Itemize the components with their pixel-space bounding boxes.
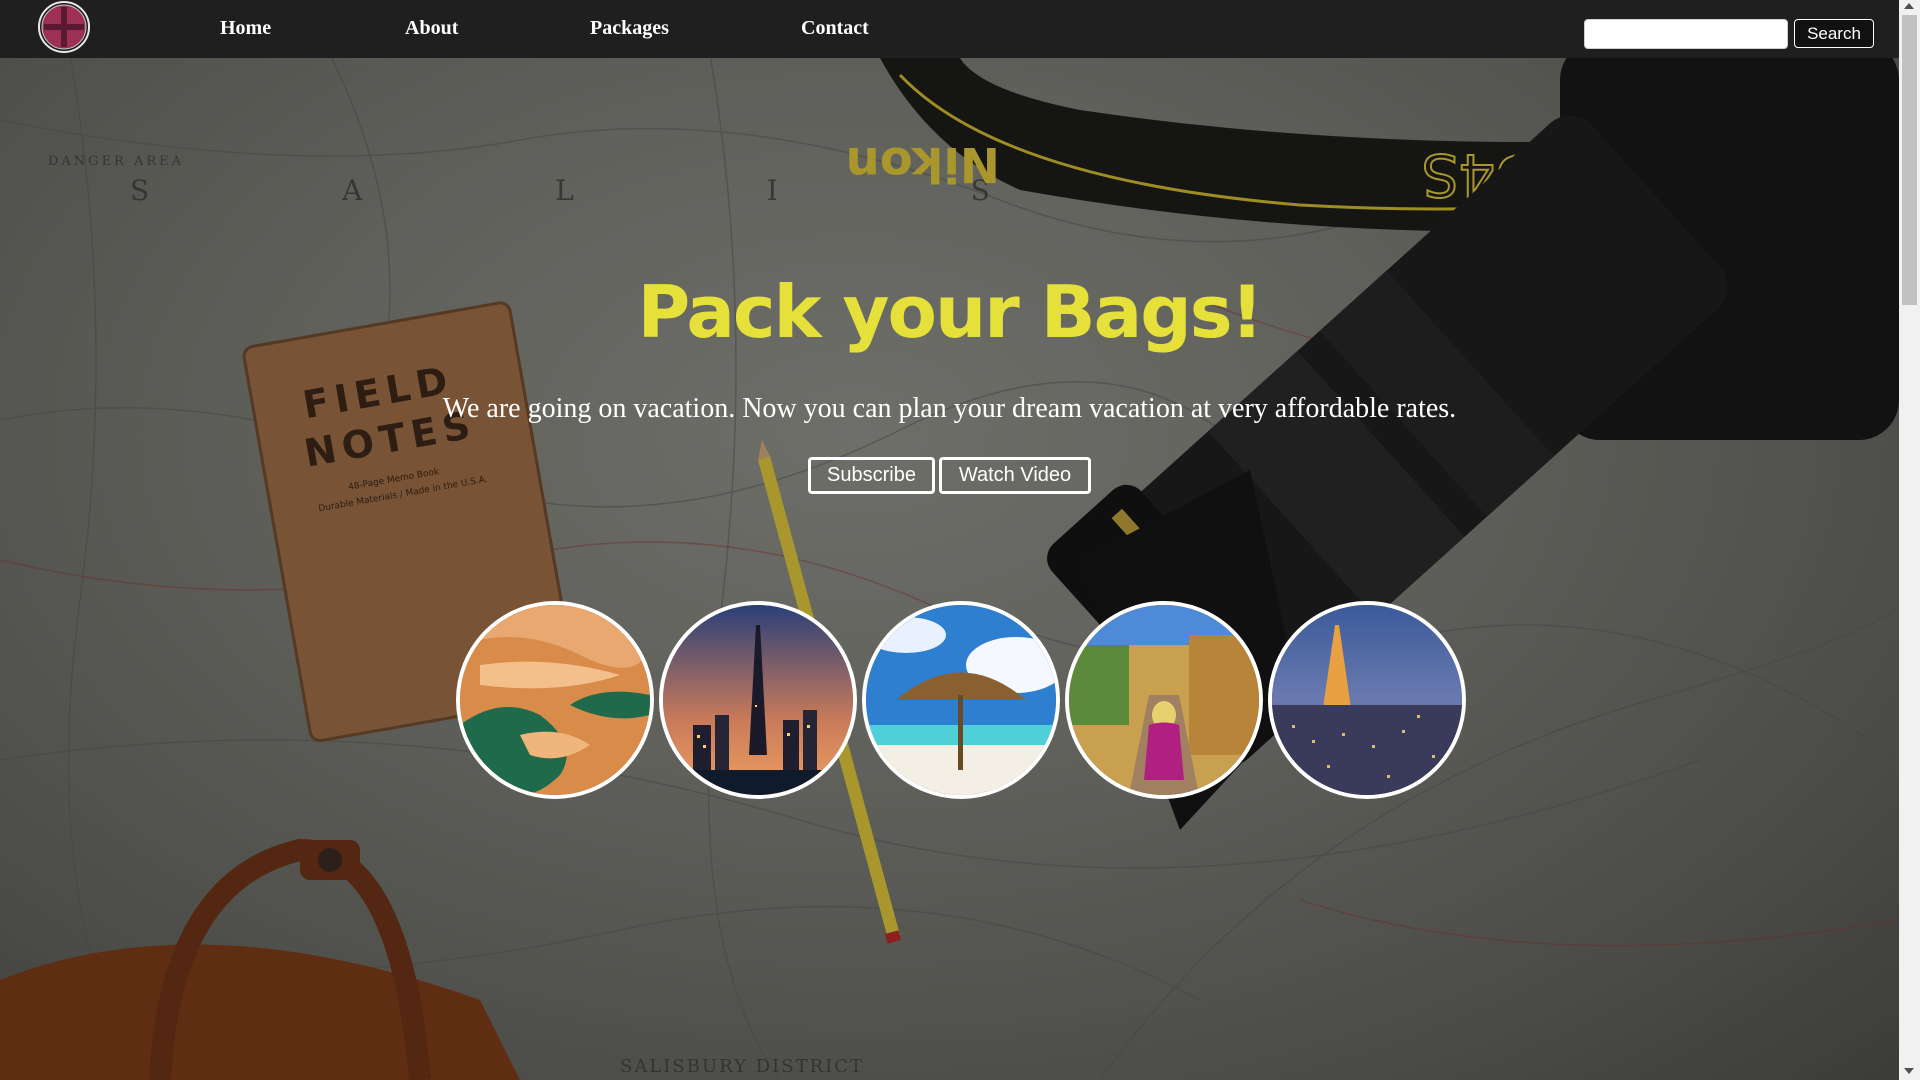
hero-title: Pack your Bags! [637, 270, 1264, 354]
scrollbar-thumb[interactable] [1902, 15, 1917, 305]
palace-stairs-traveler-photo-icon [1069, 605, 1259, 795]
watch-video-button[interactable]: Watch Video [939, 457, 1091, 494]
top-navbar: Home About Packages Contact Search [0, 0, 1899, 58]
subscribe-button[interactable]: Subscribe [808, 457, 935, 494]
hero-subtitle: We are going on vacation. Now you can pl… [442, 393, 1457, 424]
logo-icon[interactable] [38, 1, 90, 53]
beach-umbrella-photo-icon [866, 605, 1056, 795]
nav-home-link[interactable]: Home [220, 17, 271, 40]
canyon-river-photo-icon [460, 605, 650, 795]
search-input[interactable] [1584, 19, 1788, 49]
scroll-down-arrow-icon[interactable] [1904, 1068, 1914, 1074]
red-cross-globe-logo-icon [41, 4, 87, 50]
background-photo: DANGER AREA S A L I S B SALISBURY DISTRI… [0, 0, 1899, 1080]
nav-packages-link[interactable]: Packages [590, 17, 669, 40]
search-button[interactable]: Search [1794, 19, 1874, 48]
scroll-up-arrow-icon[interactable] [1904, 3, 1914, 9]
destination-city-skyline[interactable] [659, 601, 857, 799]
destination-canyon[interactable] [456, 601, 654, 799]
destination-beach[interactable] [862, 601, 1060, 799]
destination-paris[interactable] [1268, 601, 1466, 799]
nav-contact-link[interactable]: Contact [801, 17, 869, 40]
nav-about-link[interactable]: About [405, 17, 458, 40]
vertical-scrollbar[interactable] [1899, 0, 1920, 1080]
city-skyline-tower-photo-icon [663, 605, 853, 795]
destination-palace[interactable] [1065, 601, 1263, 799]
eiffel-tower-city-photo-icon [1272, 605, 1462, 795]
